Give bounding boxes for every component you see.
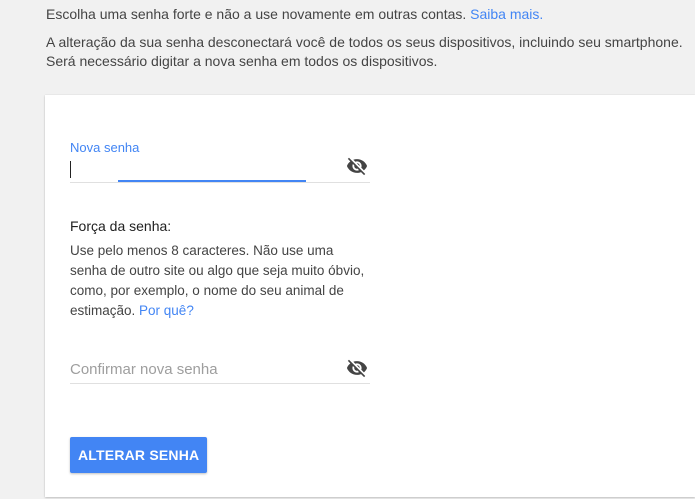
change-password-card: Nova senha Força da senha: Use pelo meno… [45,95,695,497]
intro-line-1: Escolha uma senha forte e não a use nova… [46,5,543,24]
eye-off-icon [346,359,368,378]
eye-off-icon [346,157,368,176]
new-password-label: Nova senha [70,140,140,155]
intro-line-3: Será necessário digitar a nova senha em … [46,53,438,69]
new-password-field: Nova senha [70,140,370,185]
strength-description: Use pelo menos 8 caracteres. Não use uma… [70,241,370,321]
new-password-underline [70,182,370,183]
intro-line-2: A alteração da sua senha desconectará vo… [46,34,683,50]
learn-more-link[interactable]: Saiba mais. [470,6,543,22]
intro-line-1-text: Escolha uma senha forte e não a use nova… [46,6,471,22]
change-password-button[interactable]: ALTERAR SENHA [70,437,208,473]
confirm-password-underline [70,383,370,384]
new-password-focus-bar [118,180,306,182]
confirm-password-field [70,357,370,387]
strength-title: Força da senha: [70,218,172,234]
confirm-password-input[interactable] [70,361,340,378]
show-confirm-password-toggle[interactable] [344,357,370,379]
show-password-toggle[interactable] [344,155,370,177]
strength-text: Use pelo menos 8 caracteres. Não use uma… [70,243,365,318]
new-password-input[interactable] [70,160,340,177]
why-link[interactable]: Por quê? [139,303,194,318]
